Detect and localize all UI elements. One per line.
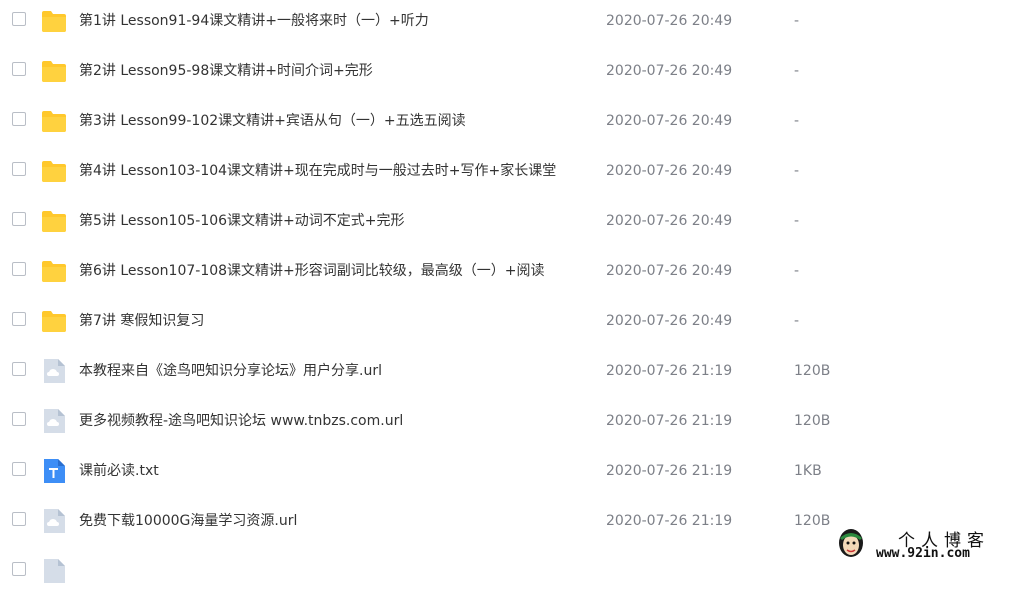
folder-icon — [42, 311, 66, 332]
file-name[interactable]: 第4讲 Lesson103-104课文精讲+现在完成时与一般过去时+写作+家长课… — [79, 161, 556, 181]
file-date: 2020-07-26 20:49 — [606, 313, 733, 329]
file-size: 1KB — [794, 463, 822, 479]
file-name[interactable]: 更多视频教程-途鸟吧知识论坛 www.tnbzs.com.url — [79, 411, 403, 431]
folder-icon — [42, 261, 66, 282]
file-size: - — [794, 163, 800, 179]
file-row[interactable]: 本教程来自《途鸟吧知识分享论坛》用户分享.url 2020-07-26 21:1… — [0, 350, 1028, 400]
folder-icon — [42, 61, 66, 82]
row-checkbox[interactable] — [12, 312, 26, 326]
file-size: - — [794, 263, 800, 279]
url-file-icon — [44, 559, 65, 583]
file-name[interactable]: 第3讲 Lesson99-102课文精讲+宾语从句（一）+五选五阅读 — [79, 111, 466, 131]
file-name[interactable]: 第2讲 Lesson95-98课文精讲+时间介词+完形 — [79, 61, 373, 81]
file-row[interactable]: 第2讲 Lesson95-98课文精讲+时间介词+完形 2020-07-26 2… — [0, 50, 1028, 100]
row-checkbox[interactable] — [12, 412, 26, 426]
row-checkbox[interactable] — [12, 262, 26, 276]
row-checkbox[interactable] — [12, 462, 26, 476]
row-checkbox[interactable] — [12, 512, 26, 526]
row-checkbox[interactable] — [12, 162, 26, 176]
url-file-icon — [44, 509, 65, 533]
file-name[interactable]: 第7讲 寒假知识复习 — [79, 311, 204, 331]
file-name[interactable]: 第6讲 Lesson107-108课文精讲+形容词副词比较级，最高级（一）+阅读 — [79, 261, 545, 281]
file-date: 2020-07-26 20:49 — [606, 163, 733, 179]
file-row[interactable]: 课前必读.txt 2020-07-26 21:19 1KB — [0, 450, 1028, 500]
row-checkbox[interactable] — [12, 362, 26, 376]
row-checkbox[interactable] — [12, 62, 26, 76]
file-list: 第1讲 Lesson91-94课文精讲+一般将来时（一）+听力 2020-07-… — [0, 0, 1028, 600]
file-date: 2020-07-26 20:49 — [606, 113, 733, 129]
url-file-icon — [44, 359, 65, 383]
file-name[interactable]: 课前必读.txt — [79, 461, 159, 481]
file-size: 120B — [794, 413, 831, 429]
file-size: 120B — [794, 513, 831, 529]
file-size: - — [794, 113, 800, 129]
watermark-url: www.92in.com — [876, 546, 970, 561]
row-checkbox[interactable] — [12, 562, 26, 576]
file-name[interactable]: 第1讲 Lesson91-94课文精讲+一般将来时（一）+听力 — [79, 11, 429, 31]
folder-icon — [42, 161, 66, 182]
file-name[interactable]: 第5讲 Lesson105-106课文精讲+动词不定式+完形 — [79, 211, 405, 231]
file-row[interactable]: 更多视频教程-途鸟吧知识论坛 www.tnbzs.com.url 2020-07… — [0, 400, 1028, 450]
avatar-icon — [839, 529, 863, 557]
txt-file-icon — [44, 459, 65, 483]
file-name[interactable]: 本教程来自《途鸟吧知识分享论坛》用户分享.url — [79, 361, 382, 381]
row-checkbox[interactable] — [12, 12, 26, 26]
file-date: 2020-07-26 20:49 — [606, 63, 733, 79]
file-row[interactable]: 第6讲 Lesson107-108课文精讲+形容词副词比较级，最高级（一）+阅读… — [0, 250, 1028, 300]
file-row[interactable]: 第4讲 Lesson103-104课文精讲+现在完成时与一般过去时+写作+家长课… — [0, 150, 1028, 200]
file-size: 120B — [794, 363, 831, 379]
file-row[interactable]: 第5讲 Lesson105-106课文精讲+动词不定式+完形 2020-07-2… — [0, 200, 1028, 250]
file-date: 2020-07-26 20:49 — [606, 13, 733, 29]
file-date: 2020-07-26 21:19 — [606, 363, 733, 379]
file-row[interactable]: 第1讲 Lesson91-94课文精讲+一般将来时（一）+听力 2020-07-… — [0, 0, 1028, 50]
file-date: 2020-07-26 20:49 — [606, 213, 733, 229]
file-row[interactable]: 第7讲 寒假知识复习 2020-07-26 20:49 - — [0, 300, 1028, 350]
file-date: 2020-07-26 20:49 — [606, 263, 733, 279]
file-size: - — [794, 213, 800, 229]
file-size: - — [794, 313, 800, 329]
file-row[interactable]: 第3讲 Lesson99-102课文精讲+宾语从句（一）+五选五阅读 2020-… — [0, 100, 1028, 150]
file-size: - — [794, 63, 800, 79]
folder-icon — [42, 11, 66, 32]
file-date: 2020-07-26 21:19 — [606, 463, 733, 479]
url-file-icon — [44, 409, 65, 433]
blog-watermark: 个人博客 www.92in.com — [832, 526, 1028, 567]
folder-icon — [42, 111, 66, 132]
folder-icon — [42, 211, 66, 232]
file-date: 2020-07-26 21:19 — [606, 513, 733, 529]
file-size: - — [794, 13, 800, 29]
row-checkbox[interactable] — [12, 212, 26, 226]
row-checkbox[interactable] — [12, 112, 26, 126]
file-name[interactable]: 免费下载10000G海量学习资源.url — [79, 511, 297, 531]
file-date: 2020-07-26 21:19 — [606, 413, 733, 429]
